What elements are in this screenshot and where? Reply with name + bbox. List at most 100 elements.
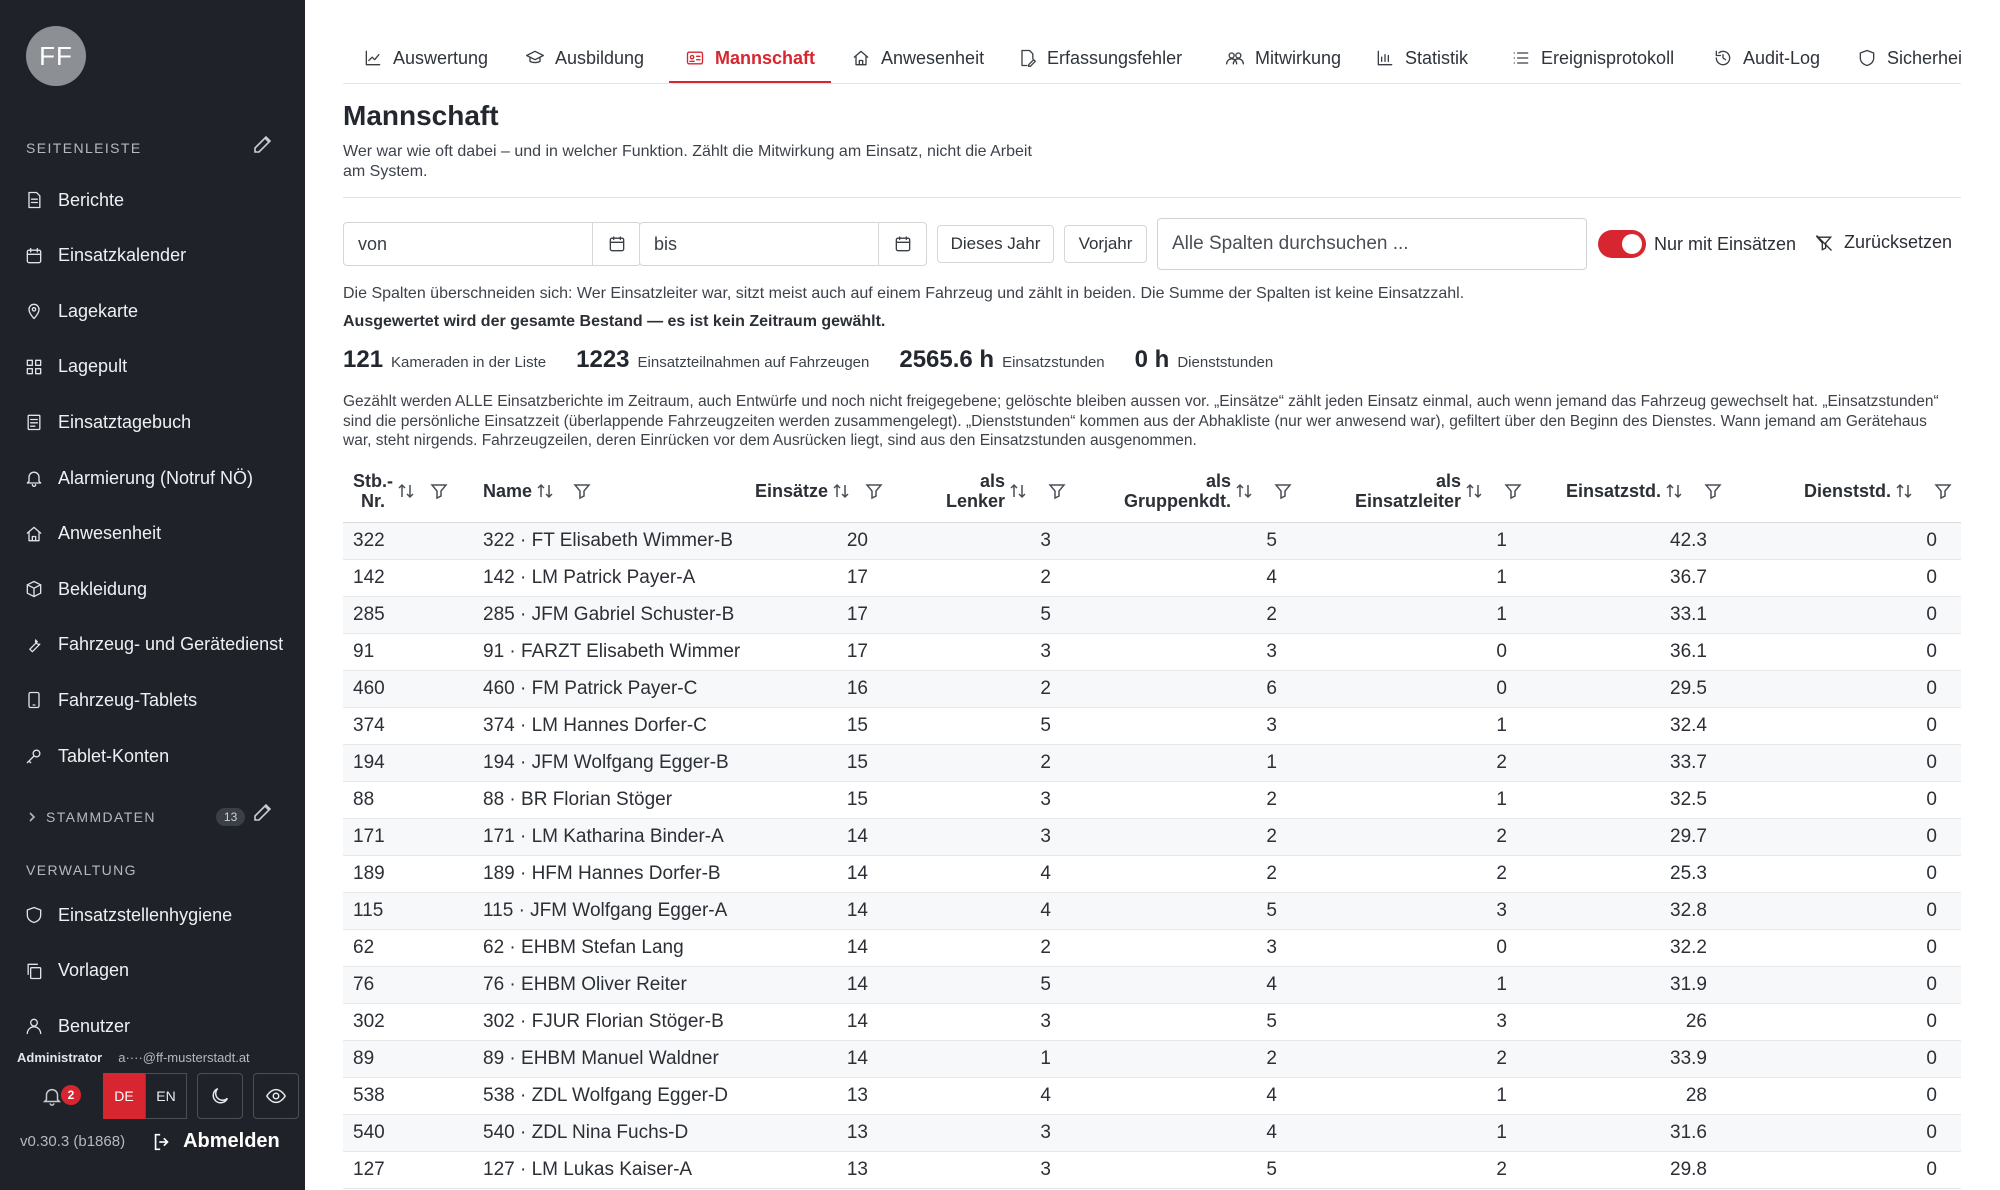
filter-icon[interactable] [1047,481,1067,501]
lang-de-button[interactable]: DE [103,1073,145,1119]
filter-icon[interactable] [1703,481,1723,501]
sidebar-item-bekleidung[interactable]: Bekleidung [24,571,295,607]
table-row[interactable]: 322 322 · FT Elisabeth Wimmer-B 20 3 5 1 42.3 0 [343,522,1961,560]
section-heading-stammdaten[interactable]: STAMMDATEN 13 [26,808,246,826]
tab-erfassungsfehler[interactable]: Erfassungsfehler [1017,32,1182,83]
previous-year-button[interactable]: Vorjahr [1064,225,1147,263]
sidebar-item-tablet-konten[interactable]: Tablet-Konten [24,738,295,774]
this-year-button[interactable]: Dieses Jahr [937,225,1054,263]
table-row[interactable]: 89 89 · EHBM Manuel Waldner 14 1 2 2 33.9 0 [343,1040,1961,1078]
table-row[interactable]: 540 540 · ZDL Nina Fuchs-D 13 3 4 1 31.6 0 [343,1114,1961,1152]
tab-statistik[interactable]: Statistik [1375,32,1468,83]
tab-sicherheit[interactable]: Sicherheit [1857,32,1961,83]
column-header-6[interactable]: Einsatzstd. [1563,460,1763,523]
table-cell: 0 [1926,530,1937,551]
key-icon [26,749,41,764]
column-header-4[interactable]: als Gruppenkdt. [1103,460,1333,523]
table-row[interactable]: 88 88 · BR Florian Stöger 15 3 2 1 32.5 0 [343,782,1961,819]
sidebar-item-fahrzeug-und-gerätedienst[interactable]: Fahrzeug- und Gerätedienst [24,627,295,663]
sidebar-item-berichte[interactable]: Berichte [24,182,295,218]
table-row[interactable]: 538 538 · ZDL Wolfgang Egger-D 13 4 4 1 28 0 [343,1078,1961,1115]
table-row[interactable]: 142 142 · LM Patrick Payer-A 17 2 4 1 36.7 0 [343,560,1961,597]
bell-icon [26,471,42,487]
sidebar-item-einsatzstellenhygiene[interactable]: Einsatzstellenhygiene [24,897,295,933]
filter-icon[interactable] [1503,481,1523,501]
sidebar-item-einsatztagebuch[interactable]: Einsatztagebuch [24,404,295,440]
table-cell: 0 [1926,863,1937,884]
sort-icon[interactable] [832,481,850,501]
tab-anwesenheit[interactable]: Anwesenheit [851,32,984,83]
column-header-0[interactable]: Stb.- Nr. [343,460,473,523]
table-cell: 14 [846,974,868,995]
sidebar-item-label: Einsatztagebuch [58,411,192,432]
column-header-5[interactable]: als Einsatzleiter [1333,460,1563,523]
notifications-button[interactable]: 2 [17,1073,87,1119]
table-row[interactable]: 127 127 · LM Lukas Kaiser-A 13 3 5 2 29.8 0 [343,1152,1961,1189]
table-row[interactable]: 189 189 · HFM Hannes Dorfer-B 14 4 2 2 25.3 0 [343,856,1961,893]
table-cell: 0 [1496,678,1507,699]
tab-audit-log[interactable]: Audit-Log [1713,32,1820,83]
logout-button[interactable]: Abmelden [151,1130,280,1153]
table-cell: 4 [1266,974,1277,995]
date-to-field[interactable]: bis [639,222,927,266]
column-header-1[interactable]: Name [473,460,753,523]
pencil-icon[interactable] [251,800,275,824]
filter-icon[interactable] [1933,481,1953,501]
tab-mitwirkung[interactable]: Mitwirkung [1225,32,1341,83]
table-row[interactable]: 62 62 · EHBM Stefan Lang 14 2 3 0 32.2 0 [343,930,1961,967]
filter-icon[interactable] [864,481,884,501]
bar-chart-icon [1377,50,1393,66]
tab-auswertung[interactable]: Auswertung [363,32,488,83]
sidebar-item-anwesenheit[interactable]: Anwesenheit [24,516,295,552]
filter-icon[interactable] [1273,481,1293,501]
column-header-2[interactable]: Einsätze [753,460,918,523]
date-from-field[interactable]: von [343,222,641,266]
sidebar-item-fahrzeug-tablets[interactable]: Fahrzeug-Tablets [24,682,295,718]
sort-icon[interactable] [1009,481,1027,501]
sort-icon[interactable] [397,481,415,501]
date-from-calendar-button[interactable] [592,223,640,265]
column-header-3[interactable]: als Lenker [918,460,1103,523]
search-input[interactable] [1157,218,1587,270]
sidebar-item-lagekarte[interactable]: Lagekarte [24,293,295,329]
logout-label: Abmelden [183,1130,280,1152]
table-row[interactable]: 194 194 · JFM Wolfgang Egger-B 15 2 1 2 33.7 0 [343,744,1961,782]
table-cell: 89 · EHBM Manuel Waldner [483,1048,719,1069]
column-header-7[interactable]: Dienststd. [1763,460,1961,523]
preview-button[interactable] [253,1073,299,1119]
reset-button[interactable]: Zurücksetzen [1814,232,1952,253]
sort-icon[interactable] [1895,481,1913,501]
lang-en-button[interactable]: EN [145,1073,187,1119]
sort-icon[interactable] [1235,481,1253,501]
sidebar-item-alarmierung-notruf-nö[interactable]: Alarmierung (Notruf NÖ) [24,460,295,496]
date-to-calendar-button[interactable] [878,223,926,265]
table-row[interactable]: 374 374 · LM Hannes Dorfer-C 15 5 3 1 32.4 0 [343,708,1961,745]
filter-icon[interactable] [572,481,592,501]
filter-icon[interactable] [429,481,449,501]
stat-participations: 1223 Einsatzteilnahmen auf Fahrzeugen [576,346,869,374]
dark-mode-button[interactable] [197,1073,243,1119]
table-row[interactable]: 302 302 · FJUR Florian Stöger-B 14 3 5 3 26 0 [343,1004,1961,1041]
table-row[interactable]: 91 91 · FARZT Elisabeth Wimmer 17 3 3 0 36.1 0 [343,634,1961,671]
sidebar-item-einsatzkalender[interactable]: Einsatzkalender [24,238,295,274]
table-row[interactable]: 285 285 · JFM Gabriel Schuster-B 17 5 2 1 33.1… [343,596,1961,634]
sidebar-item-vorlagen[interactable]: Vorlagen [24,953,295,989]
avatar[interactable]: FF [26,26,86,86]
tab-ausbildung[interactable]: Ausbildung [525,32,644,83]
sidebar-item-label: Berichte [58,189,125,210]
table-row[interactable]: 115 115 · JFM Wolfgang Egger-A 14 4 5 3 32.8 0 [343,892,1961,930]
sidebar-item-lagepult[interactable]: Lagepult [24,349,295,385]
table-row[interactable]: 76 76 · EHBM Oliver Reiter 14 5 4 1 31.9 0 [343,966,1961,1004]
tab-ereignisprotokoll[interactable]: Ereignisprotokoll [1511,32,1674,83]
sort-icon[interactable] [1465,481,1483,501]
only-with-missions-toggle[interactable] [1598,230,1646,258]
sidebar-item-benutzer[interactable]: Benutzer [24,1008,295,1044]
table-cell: 15 [846,789,868,810]
sort-icon[interactable] [1665,481,1683,501]
sort-icon[interactable] [536,481,554,501]
table-row[interactable]: 460 460 · FM Patrick Payer-C 16 2 6 0 29.5 0 [343,670,1961,708]
pencil-icon[interactable] [251,132,275,156]
tab-mannschaft[interactable]: Mannschaft [668,32,832,83]
people-icon [1226,52,1244,65]
table-row[interactable]: 171 171 · LM Katharina Binder-A 14 3 2 2 29.7 0 [343,818,1961,856]
